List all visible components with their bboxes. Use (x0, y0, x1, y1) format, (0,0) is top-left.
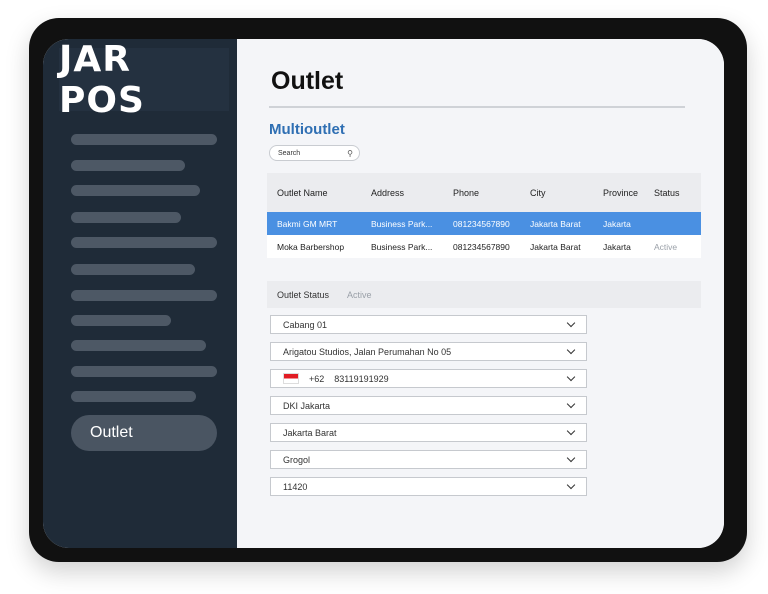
sidebar: JAR POS Outlet (43, 39, 237, 548)
sidebar-item-placeholder[interactable] (71, 212, 181, 223)
address-select[interactable]: Arigatou Studios, Jalan Perumahan No 05 (270, 342, 587, 361)
cell-status: Active (654, 241, 678, 252)
cell-outlet-name: Bakmi GM MRT (277, 218, 338, 229)
table-row[interactable]: Moka Barbershop Business Park... 0812345… (267, 235, 701, 258)
logo: JAR POS (59, 39, 229, 121)
cell-outlet-name: Moka Barbershop (277, 241, 345, 252)
search-placeholder: Search (278, 149, 301, 157)
chevron-down-icon (566, 426, 576, 436)
sidebar-item-outlet[interactable]: Outlet (71, 415, 217, 451)
phone-field[interactable]: +62 83119191929 (270, 369, 587, 388)
app-screen: JAR POS Outlet Outlet Multioutlet Search (43, 39, 724, 548)
select-value: DKI Jakarta (283, 400, 331, 411)
sidebar-item-placeholder[interactable] (71, 290, 217, 301)
sidebar-item-label: Outlet (90, 424, 133, 441)
search-icon[interactable]: ⚲ (347, 149, 353, 158)
indonesia-flag-icon[interactable] (283, 373, 299, 384)
chevron-down-icon (566, 399, 576, 409)
city-select[interactable]: Jakarta Barat (270, 423, 587, 442)
sidebar-item-placeholder[interactable] (71, 185, 200, 196)
section-title: Multioutlet (269, 121, 345, 138)
phone-number-value: 83119191929 (334, 373, 389, 384)
sidebar-item-placeholder[interactable] (71, 366, 217, 377)
select-value: Jakarta Barat (283, 427, 337, 438)
column-header: Outlet Name (277, 187, 328, 198)
district-select[interactable]: Grogol (270, 450, 587, 469)
main-content: Outlet Multioutlet Search ⚲ Outlet Name … (237, 39, 724, 548)
column-header: Status (654, 187, 680, 198)
phone-country-code: +62 (309, 373, 325, 384)
sidebar-item-placeholder[interactable] (71, 264, 195, 275)
select-value: Cabang 01 (283, 319, 328, 330)
tablet-frame: JAR POS Outlet Outlet Multioutlet Search (29, 18, 747, 562)
outlet-status-label: Outlet Status (277, 289, 330, 300)
sidebar-item-placeholder[interactable] (71, 315, 171, 326)
column-header: Address (371, 187, 405, 198)
sidebar-item-placeholder[interactable] (71, 391, 196, 402)
search-input[interactable]: Search ⚲ (269, 145, 360, 161)
chevron-down-icon (566, 453, 576, 463)
province-select[interactable]: DKI Jakarta (270, 396, 587, 415)
cell-city: Jakarta Barat (530, 241, 581, 252)
outlet-status-bar: Outlet Status Active (267, 281, 701, 308)
select-value: Arigatou Studios, Jalan Perumahan No 05 (283, 346, 452, 357)
outlet-select[interactable]: Cabang 01 (270, 315, 587, 334)
cell-city: Jakarta Barat (530, 218, 581, 229)
column-header: Province (603, 187, 639, 198)
page-title: Outlet (271, 67, 344, 95)
column-header: Phone (453, 187, 480, 198)
logo-text: JAR POS (59, 39, 145, 121)
outlet-table: Outlet Name Address Phone City Province … (267, 173, 701, 258)
table-header: Outlet Name Address Phone City Province … (267, 173, 701, 212)
sidebar-item-placeholder[interactable] (71, 160, 185, 171)
cell-province: Jakarta (603, 218, 631, 229)
column-header: City (530, 187, 546, 198)
cell-phone: 081234567890 (453, 241, 510, 252)
chevron-down-icon (566, 372, 576, 382)
postal-code-select[interactable]: 11420 (270, 477, 587, 496)
sidebar-item-placeholder[interactable] (71, 237, 217, 248)
select-value: 11420 (283, 481, 308, 492)
outlet-status-value[interactable]: Active (329, 290, 372, 300)
cell-address: Business Park... (371, 241, 433, 252)
cell-address: Business Park... (371, 218, 433, 229)
chevron-down-icon (566, 480, 576, 490)
chevron-down-icon (566, 345, 576, 355)
select-value: Grogol (283, 454, 311, 465)
chevron-down-icon (566, 318, 576, 328)
title-divider (269, 106, 685, 108)
table-row[interactable]: Bakmi GM MRT Business Park... 0812345678… (267, 212, 701, 235)
sidebar-item-placeholder[interactable] (71, 134, 217, 145)
cell-phone: 081234567890 (453, 218, 510, 229)
cell-province: Jakarta (603, 241, 631, 252)
sidebar-item-placeholder[interactable] (71, 340, 206, 351)
